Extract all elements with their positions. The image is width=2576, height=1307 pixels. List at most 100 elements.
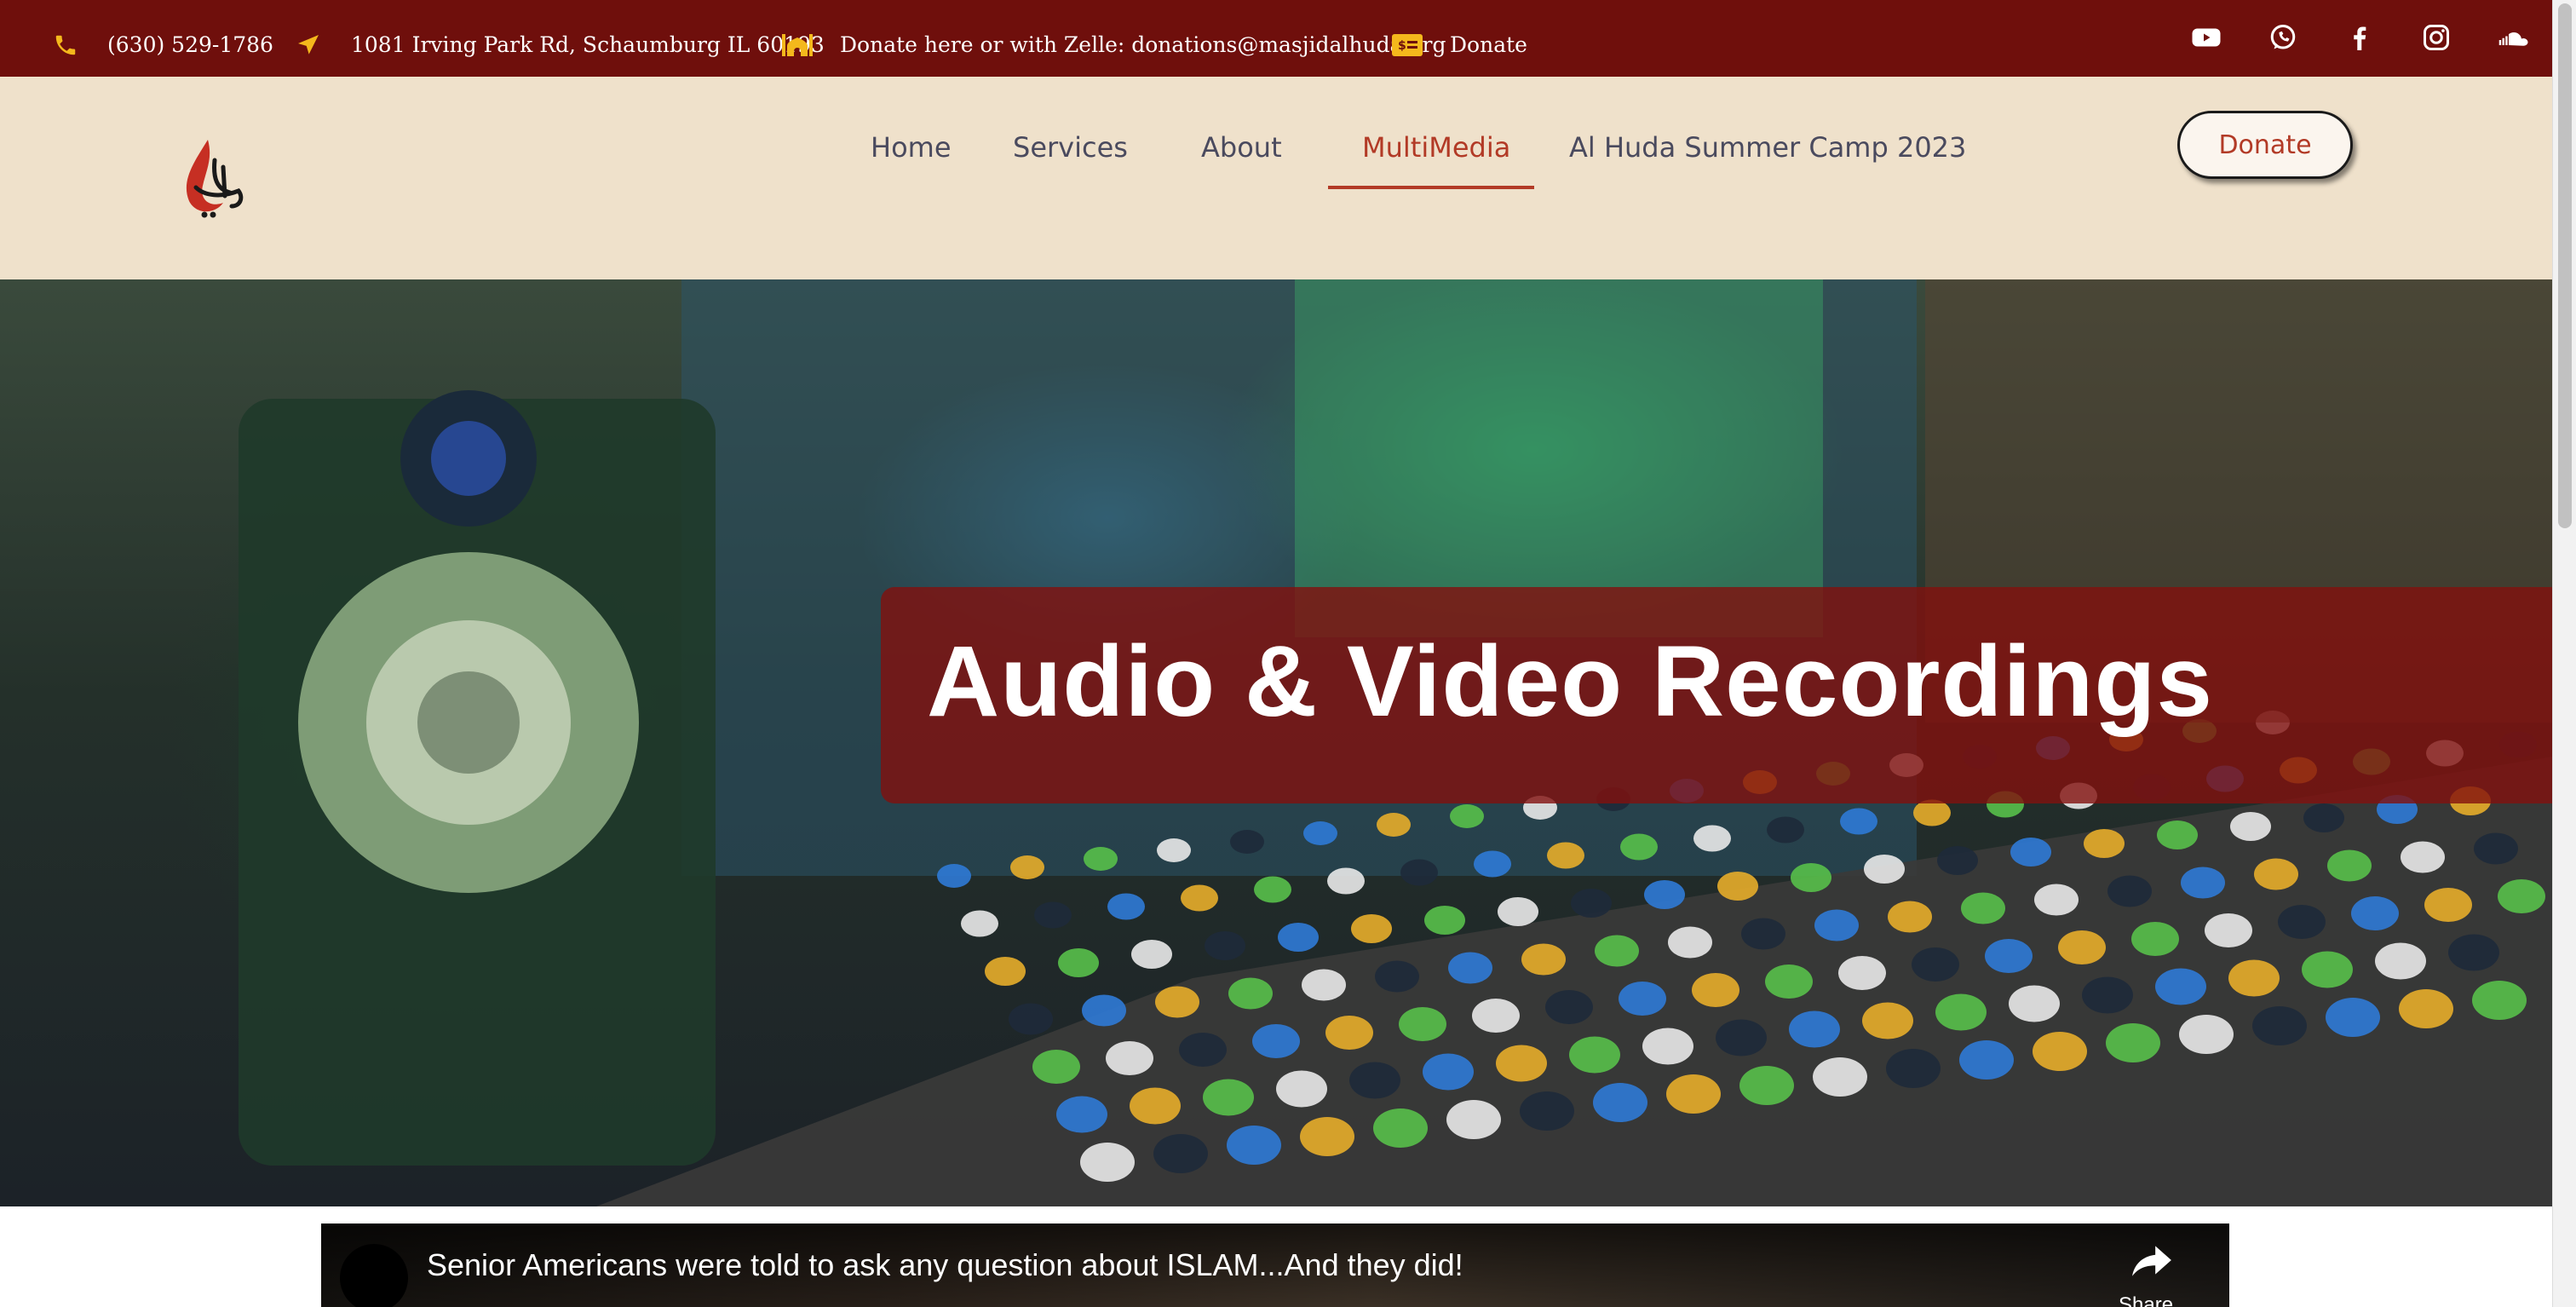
mixer-knob <box>937 864 971 888</box>
mixer-knob <box>1739 1066 1794 1105</box>
active-nav-underline <box>1328 186 1534 189</box>
mixer-knob <box>1032 1050 1080 1084</box>
mixer-knob <box>1692 973 1739 1007</box>
mixer-knob <box>1230 830 1264 854</box>
mixer-knob <box>1448 952 1492 984</box>
mixer-knob <box>1155 986 1199 1018</box>
mixer-knob <box>1937 846 1978 875</box>
mixer-knob <box>1961 892 2005 924</box>
hero-title: Audio & Video Recordings <box>927 625 2214 738</box>
mixer-knob <box>1716 1019 1767 1057</box>
mixer-knob <box>1300 1117 1354 1156</box>
mixer-knob <box>1130 1087 1181 1125</box>
mixer-knob <box>1741 918 1785 950</box>
mixer-knob <box>1327 867 1365 895</box>
mixer-knob <box>2058 930 2106 964</box>
mixer-knob <box>2205 913 2252 947</box>
scrollbar-thumb[interactable] <box>2558 3 2572 528</box>
mixer-knob <box>961 910 998 937</box>
mixer-knob <box>1153 1134 1208 1173</box>
address-text[interactable]: 1081 Irving Park Rd, Schaumburg IL 60193 <box>351 32 825 57</box>
mixer-knob <box>1056 1096 1107 1133</box>
mixer-knob <box>1399 1007 1446 1041</box>
mixer-knob <box>1349 1062 1400 1099</box>
mixer-knob <box>1080 1143 1135 1182</box>
mixer-knob <box>2302 951 2353 988</box>
mixer-knob <box>1254 876 1291 903</box>
mixer-knob <box>2230 812 2271 841</box>
mixer-knob <box>1571 889 1612 918</box>
donate-button[interactable]: Donate <box>2177 111 2353 179</box>
donate-top-link[interactable]: Donate <box>1450 32 1527 57</box>
mixer-knob <box>2498 879 2545 913</box>
mixer-knob <box>1373 1108 1428 1148</box>
location-arrow-icon <box>298 35 319 55</box>
share-icon[interactable] <box>2130 1242 2173 1278</box>
nav-multimedia[interactable]: MultiMedia <box>1362 131 1510 165</box>
whatsapp-icon[interactable] <box>2268 22 2298 53</box>
mixer-knob <box>2155 968 2206 1005</box>
mixer-knob <box>1351 914 1392 943</box>
mixer-knob <box>1496 1045 1547 1082</box>
mixer-knob <box>1959 1040 2014 1080</box>
embedded-video[interactable]: Senior Americans were told to ask any qu… <box>321 1224 2229 1307</box>
mixer-knob <box>2472 981 2527 1020</box>
nav-home[interactable]: Home <box>871 131 952 165</box>
mixer-knob <box>1082 994 1126 1027</box>
mixer-knob <box>1205 931 1245 960</box>
zelle-text[interactable]: Donate here or with Zelle: donations@mas… <box>840 32 1446 57</box>
video-title[interactable]: Senior Americans were told to ask any qu… <box>427 1247 1463 1283</box>
mixer-knob <box>2228 959 2280 997</box>
youtube-icon[interactable] <box>2191 22 2222 53</box>
mixer-knob <box>2131 922 2179 956</box>
nav-about[interactable]: About <box>1201 131 1282 165</box>
page-scrollbar[interactable] <box>2552 0 2576 1307</box>
mixer-knob <box>1203 1079 1254 1116</box>
mixer-knob <box>2179 1015 2234 1054</box>
mixer-knob <box>1840 808 1877 835</box>
mixer-knob <box>2401 841 2445 873</box>
mixer-knob <box>1446 1100 1501 1139</box>
mixer-knob <box>2084 829 2125 858</box>
mixer-knob <box>1595 935 1639 967</box>
mixer-knob <box>2424 888 2472 922</box>
mixer-knob <box>1521 943 1566 976</box>
mixer-knob <box>1569 1036 1620 1074</box>
channel-avatar[interactable] <box>340 1244 408 1307</box>
mixer-knob <box>1814 909 1859 941</box>
share-label[interactable]: Share <box>2119 1293 2173 1307</box>
mixer-knob <box>2474 832 2518 865</box>
phone-number[interactable]: (630) 529-1786 <box>107 32 273 57</box>
mixer-knob <box>1252 1024 1300 1058</box>
mixer-knob <box>1303 821 1337 845</box>
facebook-icon[interactable] <box>2344 22 2375 53</box>
mixer-knob <box>2034 884 2079 916</box>
top-info-bar: (630) 529-1786 1081 Irving Park Rd, Scha… <box>0 0 2552 77</box>
mixer-knob <box>1472 999 1520 1033</box>
mixer-knob <box>1767 816 1804 844</box>
mixer-knob <box>1668 926 1712 959</box>
mixer-knob <box>1547 842 1584 869</box>
mixer-knob <box>1913 799 1951 826</box>
mixer-knob <box>2351 896 2399 930</box>
mixer-knob <box>1084 847 1118 871</box>
phone-icon <box>55 35 76 55</box>
nav-summer-camp[interactable]: Al Huda Summer Camp 2023 <box>1569 131 1966 165</box>
masjid-al-huda-logo[interactable] <box>170 136 252 222</box>
mixer-knob <box>2327 849 2372 882</box>
mixer-knob <box>1864 855 1905 884</box>
mixer-knob <box>2033 1032 2087 1071</box>
mixer-knob <box>1498 897 1538 926</box>
mixer-knob <box>1131 940 1172 969</box>
mixer-knob <box>1107 893 1145 920</box>
mixer-knob <box>2106 1023 2160 1062</box>
instagram-icon[interactable] <box>2421 22 2452 53</box>
mixer-knob <box>1181 884 1218 912</box>
soundcloud-icon[interactable] <box>2496 22 2532 53</box>
nav-services[interactable]: Services <box>1013 131 1128 165</box>
mixer-knob <box>1278 923 1319 952</box>
mixer-knob <box>2448 934 2499 971</box>
mixer-knob <box>1423 1053 1474 1091</box>
mixer-knob <box>985 957 1026 986</box>
mixer-knob <box>1377 813 1411 837</box>
